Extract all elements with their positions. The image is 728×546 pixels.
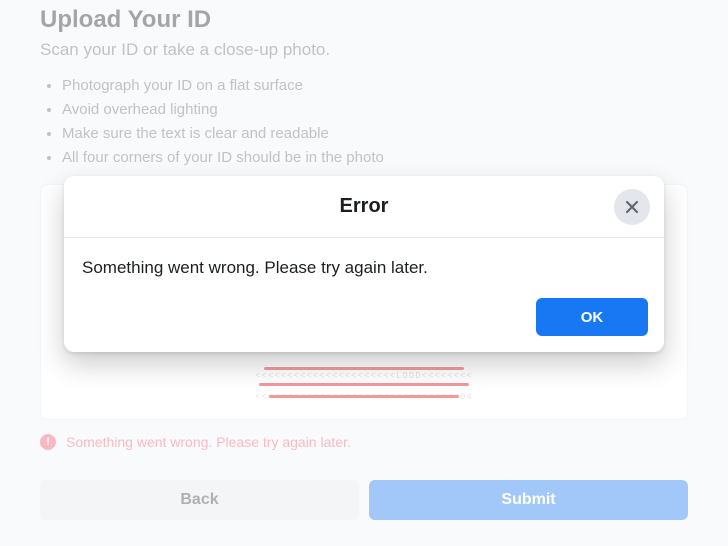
page-subtitle: Scan your ID or take a close-up photo. (40, 40, 688, 60)
tips-list: Photograph your ID on a flat surface Avo… (62, 74, 688, 170)
id-preview: <<<<<<<<<<<<<<<<<<<<<<LODD<<<<<<<< <<<<<… (214, 361, 514, 411)
modal-ok-button[interactable]: OK (536, 298, 648, 336)
page-title: Upload Your ID (40, 0, 688, 34)
inline-error-text: Something went wrong. Please try again l… (66, 434, 351, 450)
error-icon: ! (40, 434, 56, 450)
modal-header: Error (64, 176, 664, 238)
list-item: Make sure the text is clear and readable (62, 122, 688, 146)
back-button[interactable]: Back (40, 480, 359, 520)
list-item: Photograph your ID on a flat surface (62, 74, 688, 98)
error-modal: Error Something went wrong. Please try a… (64, 176, 664, 352)
close-icon (622, 197, 642, 217)
modal-title: Error (340, 195, 389, 218)
modal-close-button[interactable] (614, 189, 650, 225)
list-item: All four corners of your ID should be in… (62, 146, 688, 170)
redaction-line (259, 383, 469, 386)
list-item: Avoid overhead lighting (62, 98, 688, 122)
mrz-line: <<<<<<<<<<<<<<<<<<<<<<LODD<<<<<<<< (255, 371, 473, 381)
submit-button[interactable]: Submit (369, 480, 688, 520)
modal-body-text: Something went wrong. Please try again l… (64, 238, 664, 286)
inline-error: ! Something went wrong. Please try again… (40, 434, 688, 450)
redaction-line (264, 367, 464, 370)
redaction-line (269, 395, 459, 398)
modal-footer: OK (64, 286, 664, 352)
